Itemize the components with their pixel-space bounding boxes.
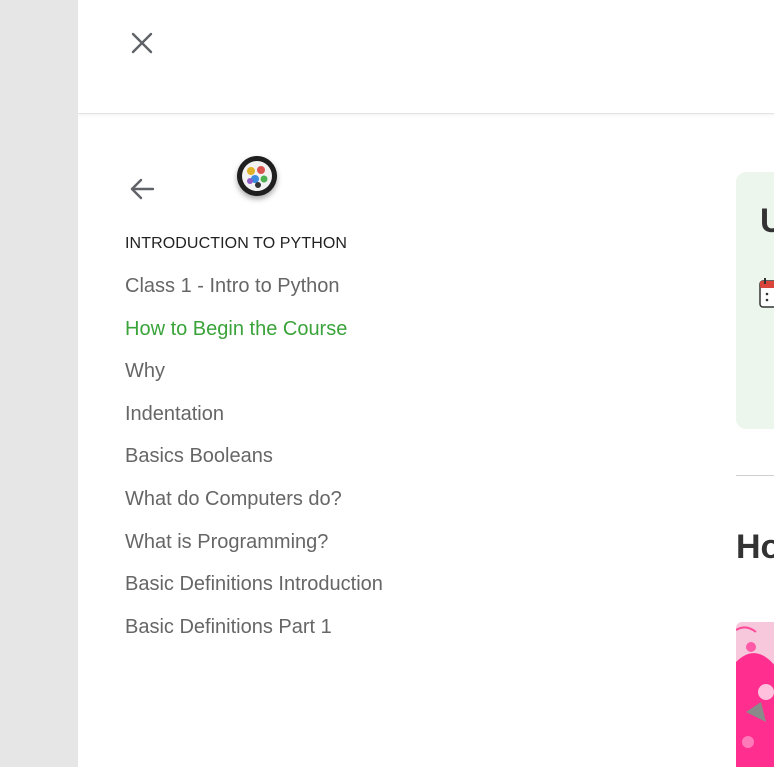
video-thumbnail[interactable] xyxy=(736,622,774,767)
arrow-left-icon xyxy=(130,178,155,200)
course-avatar-icon xyxy=(237,156,277,196)
left-gutter xyxy=(0,0,78,767)
lesson-item-active[interactable]: How to Begin the Course xyxy=(125,309,383,352)
lesson-item[interactable]: What do Computers do? xyxy=(125,479,383,522)
close-button[interactable] xyxy=(126,27,158,59)
course-sidebar-panel: INTRODUCTION TO PYTHON Class 1 - Intro t… xyxy=(78,0,774,767)
close-icon xyxy=(131,32,153,54)
calendar-icon xyxy=(759,278,774,308)
content-divider xyxy=(736,475,774,476)
lesson-item[interactable]: Why xyxy=(125,351,383,394)
video-thumbnail-image xyxy=(736,622,774,767)
lesson-item[interactable]: Indentation xyxy=(125,394,383,437)
unit-card: U xyxy=(736,172,774,429)
lesson-item[interactable]: Basic Definitions Introduction xyxy=(125,564,383,607)
lesson-list: Class 1 - Intro to Python How to Begin t… xyxy=(125,266,383,649)
back-button[interactable] xyxy=(126,173,158,205)
course-avatar xyxy=(237,156,277,196)
content-heading: Ho xyxy=(736,528,774,566)
top-bar xyxy=(78,0,774,114)
lesson-item[interactable]: Basics Booleans xyxy=(125,436,383,479)
unit-card-title: U xyxy=(760,202,774,240)
lesson-item[interactable]: Basic Definitions Part 1 xyxy=(125,607,383,650)
section-title: INTRODUCTION TO PYTHON xyxy=(125,235,348,252)
lesson-item[interactable]: What is Programming? xyxy=(125,522,383,565)
lesson-item[interactable]: Class 1 - Intro to Python xyxy=(125,266,383,309)
